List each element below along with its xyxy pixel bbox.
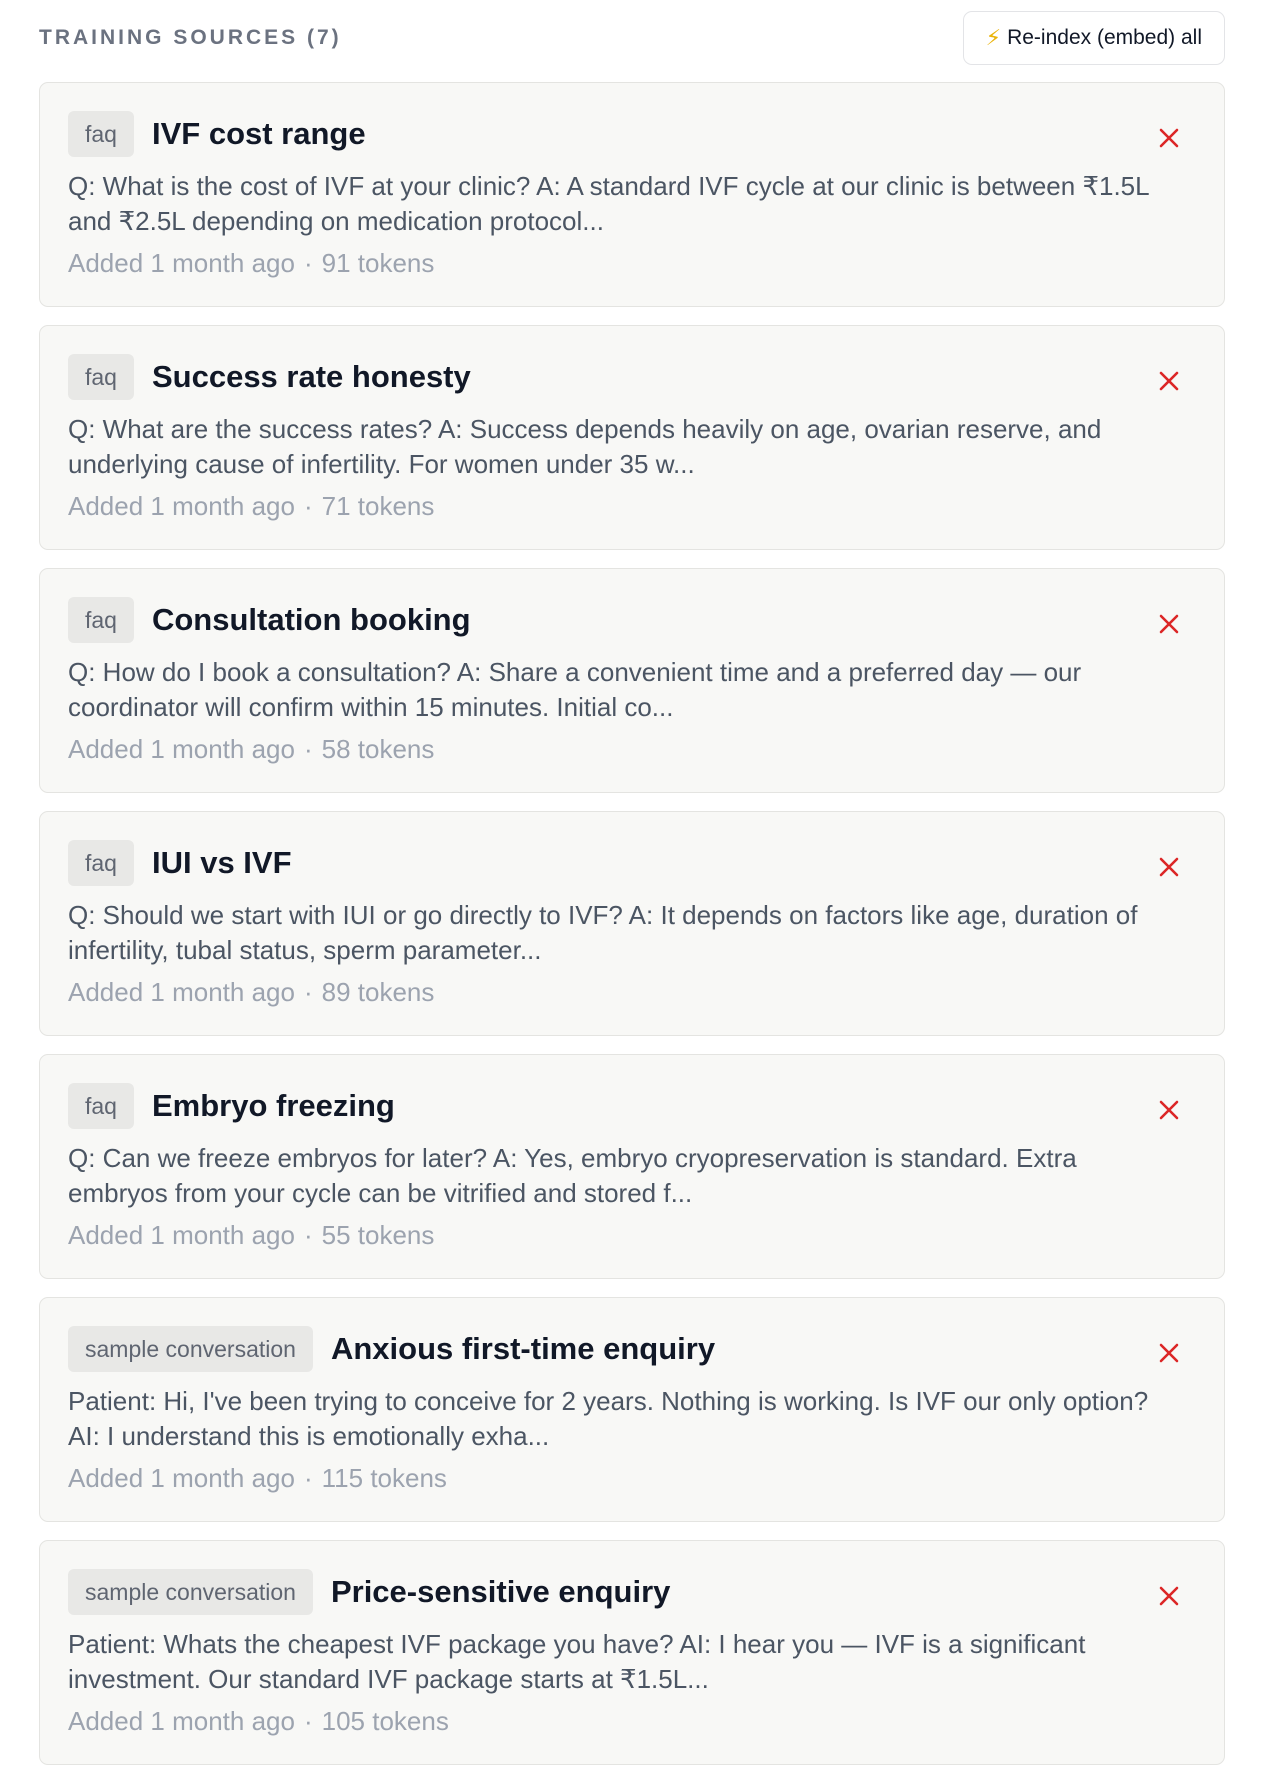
source-tokens: 71 tokens <box>321 491 435 521</box>
source-card: faq IUI vs IVF Q: Should we start with I… <box>39 811 1225 1036</box>
source-preview: Patient: Whats the cheapest IVF package … <box>68 1629 1086 1694</box>
source-type-badge: faq <box>68 840 134 886</box>
delete-source-button[interactable] <box>1154 123 1184 153</box>
source-card-head: faq IUI vs IVF <box>68 840 1194 886</box>
source-added: Added 1 month ago <box>68 1706 295 1736</box>
source-tokens: 58 tokens <box>321 734 435 764</box>
close-icon <box>1159 371 1179 391</box>
source-preview: Q: Can we freeze embryos for later? A: Y… <box>68 1143 1077 1208</box>
meta-separator: · <box>303 977 313 1007</box>
source-tokens: 89 tokens <box>321 977 435 1007</box>
source-type-badge: faq <box>68 111 134 157</box>
source-preview: Q: What is the cost of IVF at your clini… <box>68 171 1149 236</box>
meta-separator: · <box>303 491 313 521</box>
reindex-label: Re-index (embed) all <box>1007 26 1202 49</box>
delete-source-button[interactable] <box>1154 1338 1184 1368</box>
source-card-head: faq IVF cost range <box>68 111 1194 157</box>
source-meta: Added 1 month ago · 71 tokens <box>68 491 1194 522</box>
source-preview: Patient: Hi, I've been trying to conceiv… <box>68 1386 1149 1451</box>
sources-list: faq IVF cost range Q: What is the cost o… <box>39 82 1225 1783</box>
source-title: Consultation booking <box>151 602 471 637</box>
meta-separator: · <box>303 248 313 278</box>
source-card: faq Success rate honesty Q: What are the… <box>39 325 1225 550</box>
source-meta: Added 1 month ago · 105 tokens <box>68 1706 1194 1737</box>
delete-source-button[interactable] <box>1154 1095 1184 1125</box>
source-meta: Added 1 month ago · 55 tokens <box>68 1220 1194 1251</box>
source-type-badge: faq <box>68 354 134 400</box>
source-card: faq IVF cost range Q: What is the cost o… <box>39 82 1225 307</box>
source-added: Added 1 month ago <box>68 491 295 521</box>
delete-source-button[interactable] <box>1154 366 1184 396</box>
source-card-head: faq Consultation booking <box>68 597 1194 643</box>
source-title: Price-sensitive enquiry <box>330 1574 671 1609</box>
source-meta: Added 1 month ago · 58 tokens <box>68 734 1194 765</box>
meta-separator: · <box>303 734 313 764</box>
source-tokens: 91 tokens <box>321 248 435 278</box>
close-icon <box>1159 1100 1179 1120</box>
source-added: Added 1 month ago <box>68 1463 295 1493</box>
source-preview: Q: What are the success rates? A: Succes… <box>68 414 1102 479</box>
source-preview: Q: How do I book a consultation? A: Shar… <box>68 657 1082 722</box>
training-sources-header: TRAINING SOURCES (7) ⚡ Re-index (embed) … <box>39 10 1225 66</box>
source-added: Added 1 month ago <box>68 1220 295 1250</box>
source-title: Success rate honesty <box>151 359 471 394</box>
training-sources-page: TRAINING SOURCES (7) ⚡ Re-index (embed) … <box>0 0 1264 1774</box>
close-icon <box>1159 1343 1179 1363</box>
source-type-badge: faq <box>68 597 134 643</box>
source-tokens: 55 tokens <box>321 1220 435 1250</box>
close-icon <box>1159 614 1179 634</box>
source-added: Added 1 month ago <box>68 248 295 278</box>
source-meta: Added 1 month ago · 89 tokens <box>68 977 1194 1008</box>
source-card: sample conversation Anxious first-time e… <box>39 1297 1225 1522</box>
reindex-all-button[interactable]: ⚡ Re-index (embed) all <box>962 11 1225 65</box>
source-title: IUI vs IVF <box>151 845 292 880</box>
source-card: sample conversation Price-sensitive enqu… <box>39 1540 1225 1765</box>
close-icon <box>1159 128 1179 148</box>
source-preview: Q: Should we start with IUI or go direct… <box>68 900 1138 965</box>
delete-source-button[interactable] <box>1154 609 1184 639</box>
source-meta: Added 1 month ago · 115 tokens <box>68 1463 1194 1494</box>
source-added: Added 1 month ago <box>68 977 295 1007</box>
source-title: IVF cost range <box>151 116 366 151</box>
source-type-badge: sample conversation <box>68 1326 313 1372</box>
delete-source-button[interactable] <box>1154 1581 1184 1611</box>
close-icon <box>1159 1586 1179 1606</box>
meta-separator: · <box>303 1220 313 1250</box>
source-added: Added 1 month ago <box>68 734 295 764</box>
close-icon <box>1159 857 1179 877</box>
source-card: faq Consultation booking Q: How do I boo… <box>39 568 1225 793</box>
source-type-badge: faq <box>68 1083 134 1129</box>
meta-separator: · <box>303 1706 313 1736</box>
source-tokens: 115 tokens <box>321 1463 447 1493</box>
section-title: TRAINING SOURCES (7) <box>39 26 342 49</box>
source-card-head: sample conversation Price-sensitive enqu… <box>68 1569 1194 1615</box>
source-type-badge: sample conversation <box>68 1569 313 1615</box>
delete-source-button[interactable] <box>1154 852 1184 882</box>
source-card-head: sample conversation Anxious first-time e… <box>68 1326 1194 1372</box>
source-title: Embryo freezing <box>151 1088 395 1123</box>
source-meta: Added 1 month ago · 91 tokens <box>68 248 1194 279</box>
lightning-bolt-icon: ⚡ <box>985 25 1002 50</box>
source-card: faq Embryo freezing Q: Can we freeze emb… <box>39 1054 1225 1279</box>
source-card-head: faq Embryo freezing <box>68 1083 1194 1129</box>
meta-separator: · <box>303 1463 313 1493</box>
source-title: Anxious first-time enquiry <box>330 1331 716 1366</box>
source-tokens: 105 tokens <box>321 1706 449 1736</box>
source-card-head: faq Success rate honesty <box>68 354 1194 400</box>
